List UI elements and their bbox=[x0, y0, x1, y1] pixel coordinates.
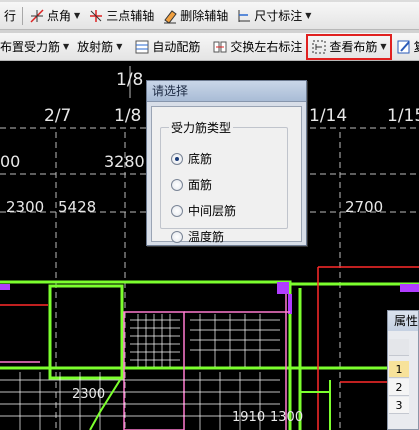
drawing-toolbar: 行 点角 ▼ 三点辅轴 删除辅轴 尺寸标注 ▼ bbox=[0, 2, 419, 30]
option-top-rebar[interactable]: 面筋 bbox=[171, 176, 212, 193]
swap-labels-button[interactable]: 交换左右标注 bbox=[208, 35, 306, 59]
auto-rebar-button[interactable]: 自动配筋 bbox=[130, 35, 204, 59]
dimension-icon bbox=[236, 8, 252, 24]
dimension-button[interactable]: 尺寸标注 ▼ bbox=[232, 4, 315, 28]
option-label: 底筋 bbox=[188, 152, 213, 166]
chevron-down-icon[interactable]: ▼ bbox=[305, 11, 311, 20]
three-point-axis-icon bbox=[88, 8, 104, 24]
toolbar-item-row[interactable]: 行 bbox=[0, 4, 20, 28]
axis-label: 1/15 bbox=[387, 106, 419, 126]
point-angle-button[interactable]: 点角 ▼ bbox=[25, 4, 84, 28]
property-row-3[interactable]: 3 bbox=[389, 397, 409, 414]
delete-axis-label: 删除辅轴 bbox=[180, 9, 229, 23]
radio-icon[interactable] bbox=[171, 178, 183, 191]
swap-icon bbox=[212, 39, 228, 55]
rebar-type-group: 受力筋类型 底筋 面筋 中间层筋 温度筋 bbox=[160, 119, 288, 244]
chevron-down-icon[interactable]: ▼ bbox=[380, 42, 386, 51]
chevron-down-icon[interactable]: ▼ bbox=[74, 11, 80, 20]
option-temperature-rebar[interactable]: 温度筋 bbox=[171, 228, 224, 245]
dimension-text: 2700 bbox=[345, 198, 384, 216]
dimension-text: 00 bbox=[0, 152, 21, 171]
option-label: 温度筋 bbox=[188, 230, 225, 244]
dialog-title[interactable]: 请选择 bbox=[147, 81, 306, 102]
axis-label: 1/8 bbox=[114, 106, 142, 126]
select-dialog: 请选择 受力筋类型 底筋 面筋 中间层筋 温度筋 bbox=[146, 80, 307, 246]
radial-rebar-label: 放射筋 bbox=[77, 40, 114, 54]
dialog-body: 受力筋类型 底筋 面筋 中间层筋 温度筋 bbox=[151, 106, 302, 244]
dimension-text: 1300 bbox=[270, 410, 304, 425]
point-angle-icon bbox=[29, 8, 45, 24]
axis-label: 2/7 bbox=[44, 106, 72, 126]
three-point-axis-button[interactable]: 三点辅轴 bbox=[84, 4, 158, 28]
chevron-down-icon[interactable]: ▼ bbox=[63, 42, 69, 51]
pencil-icon bbox=[396, 39, 412, 55]
three-point-axis-label: 三点辅轴 bbox=[106, 9, 155, 23]
dimension-text: 1910 bbox=[232, 410, 266, 425]
swap-labels-label: 交换左右标注 bbox=[230, 40, 303, 54]
property-row-1[interactable]: 1 bbox=[389, 361, 409, 378]
property-header-cell bbox=[389, 339, 409, 356]
radio-selected-icon[interactable] bbox=[171, 152, 183, 165]
property-row-2[interactable]: 2 bbox=[389, 379, 409, 396]
delete-axis-button[interactable]: 删除辅轴 bbox=[158, 4, 232, 28]
row-label: 行 bbox=[4, 9, 17, 23]
view-rebar-button[interactable]: 查看布筋 ▼ bbox=[306, 33, 392, 60]
chevron-down-icon[interactable]: ▼ bbox=[116, 42, 122, 51]
copy-rebar-button[interactable]: 复 bbox=[392, 35, 419, 59]
radial-rebar-button[interactable]: 放射筋 ▼ bbox=[73, 35, 126, 59]
copy-rebar-label: 复 bbox=[414, 38, 419, 55]
point-angle-label: 点角 bbox=[47, 9, 72, 23]
axis-label: 1/14 bbox=[309, 106, 348, 126]
view-rebar-label: 查看布筋 bbox=[329, 40, 378, 54]
option-label: 中间层筋 bbox=[188, 204, 237, 218]
auto-rebar-icon bbox=[134, 39, 150, 55]
property-panel-title[interactable]: 属性 bbox=[388, 311, 418, 331]
dimension-text: 3280 bbox=[104, 152, 145, 171]
dimension-text: 2300 bbox=[6, 198, 45, 216]
option-label: 面筋 bbox=[188, 178, 213, 192]
place-main-rebar-label: 布置受力筋 bbox=[0, 40, 61, 54]
toolbar-separator bbox=[22, 6, 24, 25]
dimension-text: 5428 bbox=[58, 198, 97, 216]
option-bottom-rebar[interactable]: 底筋 bbox=[171, 150, 212, 167]
eraser-icon bbox=[162, 8, 178, 24]
property-panel: 属性 1 2 3 bbox=[387, 310, 419, 430]
view-rebar-icon bbox=[311, 39, 327, 55]
auto-rebar-label: 自动配筋 bbox=[152, 40, 201, 54]
axis-label: 1/8 bbox=[116, 70, 144, 90]
dimension-label: 尺寸标注 bbox=[254, 9, 303, 23]
place-main-rebar-button[interactable]: 布置受力筋 ▼ bbox=[0, 35, 73, 59]
radio-icon[interactable] bbox=[171, 204, 183, 217]
dimension-text: 2300 bbox=[72, 387, 106, 402]
rebar-type-legend: 受力筋类型 bbox=[171, 121, 232, 135]
option-middle-rebar[interactable]: 中间层筋 bbox=[171, 202, 236, 219]
rebar-toolbar: 布置受力筋 ▼ 放射筋 ▼ 自动配筋 交换左右标注 查看布筋 ▼ 复 bbox=[0, 33, 419, 61]
radio-icon[interactable] bbox=[171, 230, 183, 243]
